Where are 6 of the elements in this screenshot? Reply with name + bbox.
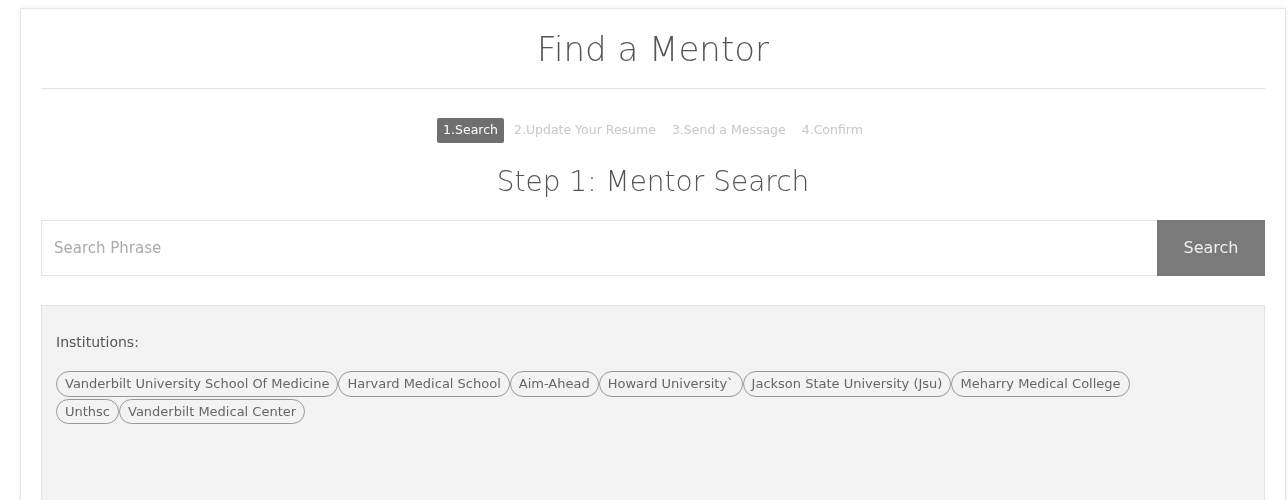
page-title: Find a Mentor [41,9,1265,89]
search-field[interactable]: Search Phrase [41,220,1158,277]
search-button[interactable]: Search [1157,220,1265,277]
step-heading: Step 1: Mentor Search [495,164,811,199]
step-tab[interactable]: 1.Search [437,117,504,143]
filter-label: Institutions: [56,333,140,353]
